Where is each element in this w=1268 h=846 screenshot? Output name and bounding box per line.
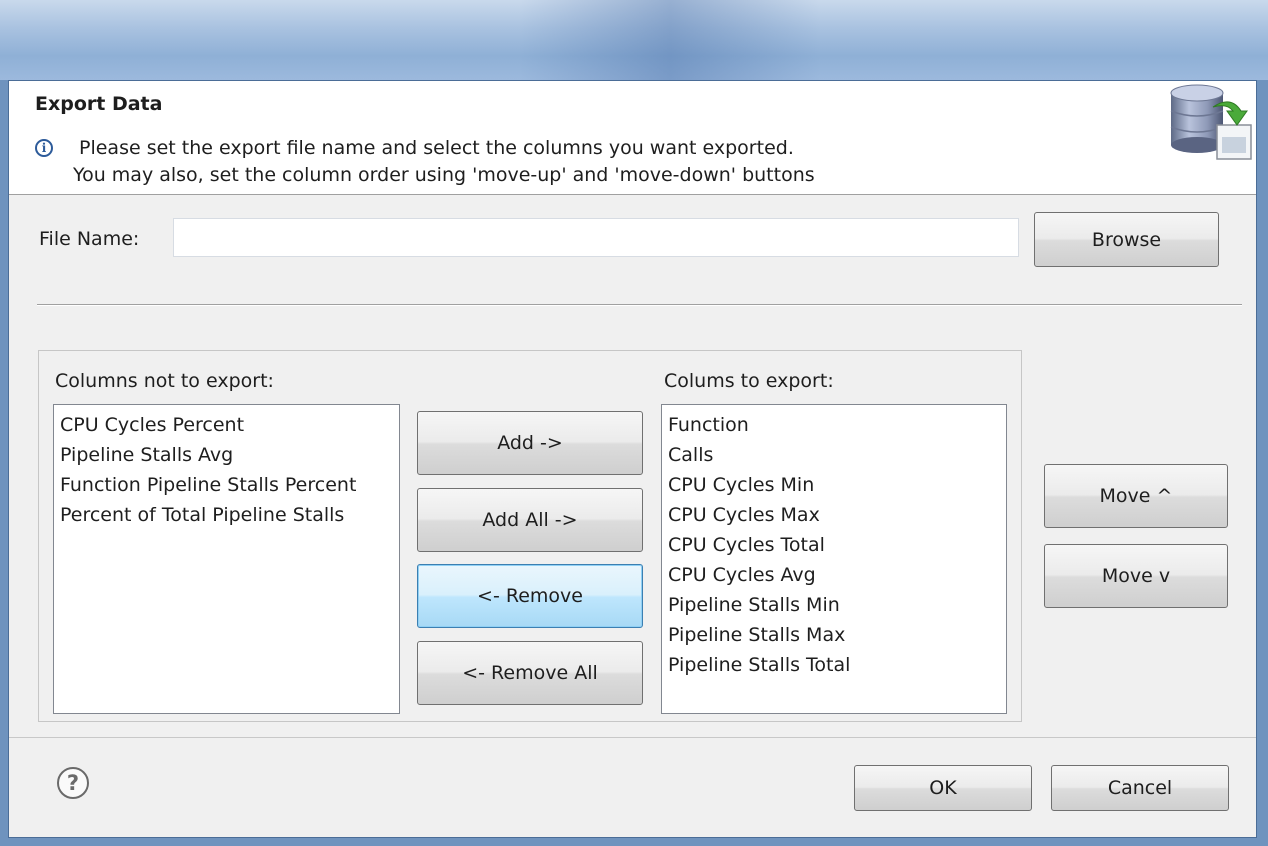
add-button[interactable]: Add ->: [417, 411, 643, 475]
banner-message-line1: Please set the export file name and sele…: [79, 137, 794, 159]
cancel-button[interactable]: Cancel: [1051, 765, 1229, 811]
list-item[interactable]: Function: [668, 411, 1000, 441]
columns-not-to-export-label: Columns not to export:: [55, 370, 274, 392]
dialog-title: Export Data: [35, 93, 163, 115]
move-up-button[interactable]: Move ^: [1044, 464, 1228, 528]
dialog-banner: Export Data i Please set the export file…: [9, 81, 1256, 195]
columns-not-to-export-list[interactable]: CPU Cycles Percent Pipeline Stalls Avg Fun…: [53, 404, 400, 714]
list-item[interactable]: Pipeline Stalls Min: [668, 591, 1000, 621]
list-item[interactable]: Pipeline Stalls Total: [668, 651, 1000, 681]
export-dialog: Export Data i Please set the export file…: [8, 80, 1257, 838]
info-icon: i: [35, 139, 53, 157]
remove-all-button[interactable]: <- Remove All: [417, 641, 643, 705]
list-item[interactable]: Pipeline Stalls Avg: [60, 441, 393, 471]
database-export-icon: [1170, 84, 1252, 160]
remove-button[interactable]: <- Remove: [417, 564, 643, 628]
list-item[interactable]: CPU Cycles Min: [668, 471, 1000, 501]
list-item[interactable]: CPU Cycles Total: [668, 531, 1000, 561]
list-item[interactable]: Function Pipeline Stalls Percent: [60, 471, 393, 501]
file-name-label: File Name:: [39, 228, 140, 250]
browse-button[interactable]: Browse: [1034, 212, 1219, 267]
list-item[interactable]: Percent of Total Pipeline Stalls: [60, 501, 393, 531]
columns-to-export-list[interactable]: Function Calls CPU Cycles Min CPU Cycles Ma…: [661, 404, 1007, 714]
help-icon[interactable]: ?: [57, 767, 89, 799]
list-item[interactable]: Pipeline Stalls Max: [668, 621, 1000, 651]
list-item[interactable]: CPU Cycles Avg: [668, 561, 1000, 591]
separator: [37, 304, 1242, 306]
list-item[interactable]: CPU Cycles Max: [668, 501, 1000, 531]
columns-to-export-label: Colums to export:: [664, 370, 834, 392]
add-all-button[interactable]: Add All ->: [417, 488, 643, 552]
footer-separator: [9, 737, 1256, 738]
banner-message-line2: You may also, set the column order using…: [73, 164, 815, 186]
list-item[interactable]: Calls: [668, 441, 1000, 471]
file-name-input[interactable]: [173, 218, 1019, 257]
window-titlebar[interactable]: [0, 0, 1268, 80]
move-down-button[interactable]: Move v: [1044, 544, 1228, 608]
list-item[interactable]: CPU Cycles Percent: [60, 411, 393, 441]
ok-button[interactable]: OK: [854, 765, 1032, 811]
